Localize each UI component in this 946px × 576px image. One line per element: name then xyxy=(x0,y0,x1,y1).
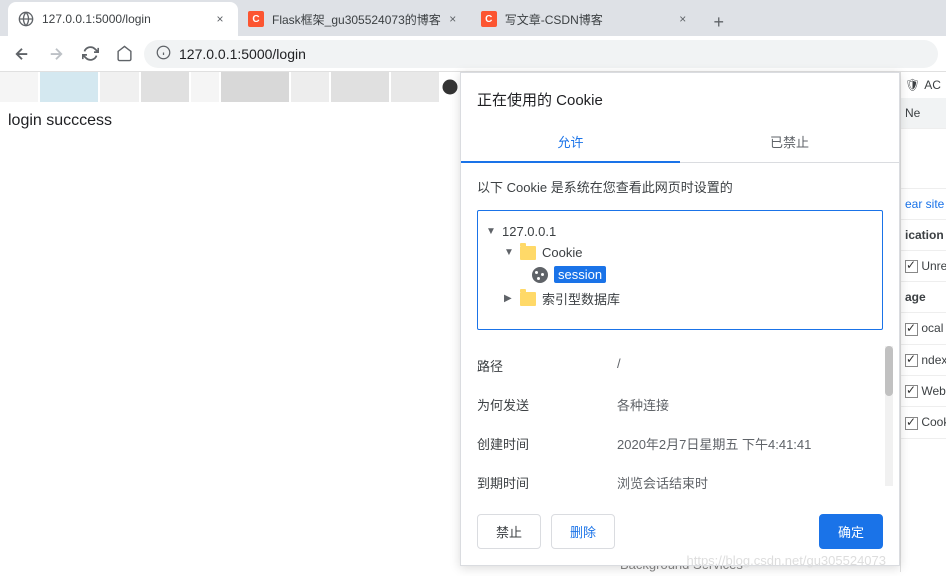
cookie-tree: ▼ 127.0.0.1 ▼ Cookie session ▶ 索引型数据库 xyxy=(477,210,883,330)
tree-cookie-name: session xyxy=(554,266,606,283)
folder-icon xyxy=(520,246,536,260)
tree-indexed-db[interactable]: ▶ 索引型数据库 xyxy=(486,286,874,311)
close-icon[interactable]: × xyxy=(212,11,228,27)
chevron-down-icon: ▼ xyxy=(504,247,514,258)
checkbox-row[interactable]: Unregis xyxy=(901,251,946,282)
tab-block[interactable]: 已禁止 xyxy=(680,122,899,162)
tree-host-label: 127.0.0.1 xyxy=(502,224,556,239)
block-button[interactable]: 禁止 xyxy=(477,514,541,549)
browser-tab-bar: 127.0.0.1:5000/login × C Flask框架_gu30552… xyxy=(0,0,946,36)
devtools-panel: 🛡 AC Ne ear site ication Unregis age oca… xyxy=(900,72,946,572)
login-status-text: login succcess xyxy=(8,112,112,129)
tree-cookie-item[interactable]: session xyxy=(486,263,874,286)
cookie-dialog: 正在使用的 Cookie 允许 已禁止 以下 Cookie 是系统在您查看此网页… xyxy=(460,72,900,566)
checkbox-row[interactable]: Cookie xyxy=(901,407,946,438)
delete-button[interactable]: 删除 xyxy=(551,514,615,549)
detail-reason-label: 为何发送 xyxy=(477,395,617,414)
folder-icon xyxy=(520,292,536,306)
detail-expires-value: 浏览会话结束时 xyxy=(617,473,883,492)
tab-title: Flask框架_gu305524073的博客 xyxy=(272,11,441,28)
detail-created-label: 创建时间 xyxy=(477,434,617,453)
tree-idb-label: 索引型数据库 xyxy=(542,289,620,308)
csdn-icon: C xyxy=(248,11,264,27)
checkbox-row[interactable]: Web S( xyxy=(901,376,946,407)
scrollbar[interactable] xyxy=(885,346,893,486)
detail-path-value: / xyxy=(617,356,883,375)
ok-button[interactable]: 确定 xyxy=(819,514,883,549)
tab-active[interactable]: 127.0.0.1:5000/login × xyxy=(8,2,238,36)
detail-path-label: 路径 xyxy=(477,356,617,375)
cookie-icon xyxy=(532,267,548,283)
chevron-right-icon: ▶ xyxy=(504,293,514,304)
cookie-details: 路径 / 为何发送 各种连接 创建时间 2020年2月7日星期五 下午4:41:… xyxy=(461,346,899,502)
devtools-tab[interactable]: Ne xyxy=(901,98,946,129)
dialog-title: 正在使用的 Cookie xyxy=(461,73,899,122)
back-button[interactable] xyxy=(8,40,36,68)
chevron-down-icon: ▼ xyxy=(486,226,496,237)
tab-title: 写文章-CSDN博客 xyxy=(505,11,671,28)
devtools-icon-row: 🛡 AC xyxy=(901,72,946,98)
shield-icon: 🛡 xyxy=(905,78,920,92)
tree-cookie-folder[interactable]: ▼ Cookie xyxy=(486,242,874,263)
close-icon[interactable]: × xyxy=(445,11,461,27)
close-icon[interactable]: × xyxy=(675,11,691,27)
forward-button[interactable] xyxy=(42,40,70,68)
new-tab-button[interactable]: + xyxy=(705,8,733,36)
tab-title: 127.0.0.1:5000/login xyxy=(42,12,208,26)
tab-inactive[interactable]: C Flask框架_gu305524073的博客 × xyxy=(238,2,471,36)
reload-button[interactable] xyxy=(76,40,104,68)
home-button[interactable] xyxy=(110,40,138,68)
checkbox-row[interactable]: ndexec xyxy=(901,345,946,376)
info-icon[interactable] xyxy=(156,45,171,63)
address-bar[interactable]: 127.0.0.1:5000/login xyxy=(144,40,938,68)
detail-expires-label: 到期时间 xyxy=(477,473,617,492)
url-text: 127.0.0.1:5000/login xyxy=(179,46,306,62)
tab-allow[interactable]: 允许 xyxy=(461,122,680,163)
tree-folder-label: Cookie xyxy=(542,245,582,260)
tree-host[interactable]: ▼ 127.0.0.1 xyxy=(486,221,874,242)
dialog-tabs: 允许 已禁止 xyxy=(461,122,899,163)
globe-icon xyxy=(18,11,34,27)
section-heading: age xyxy=(901,282,946,313)
clear-site-link[interactable]: ear site xyxy=(901,189,946,220)
watermark: https://blog.csdn.net/gu305524073 xyxy=(687,553,887,568)
csdn-icon: C xyxy=(481,11,497,27)
checkbox-row[interactable]: ocal a xyxy=(901,313,946,344)
detail-reason-value: 各种连接 xyxy=(617,395,883,414)
browser-toolbar: 127.0.0.1:5000/login xyxy=(0,36,946,72)
dialog-description: 以下 Cookie 是系统在您查看此网页时设置的 xyxy=(461,163,899,210)
tab-inactive[interactable]: C 写文章-CSDN博客 × xyxy=(471,2,701,36)
detail-created-value: 2020年2月7日星期五 下午4:41:41 xyxy=(617,434,883,453)
section-heading: ication xyxy=(901,220,946,251)
